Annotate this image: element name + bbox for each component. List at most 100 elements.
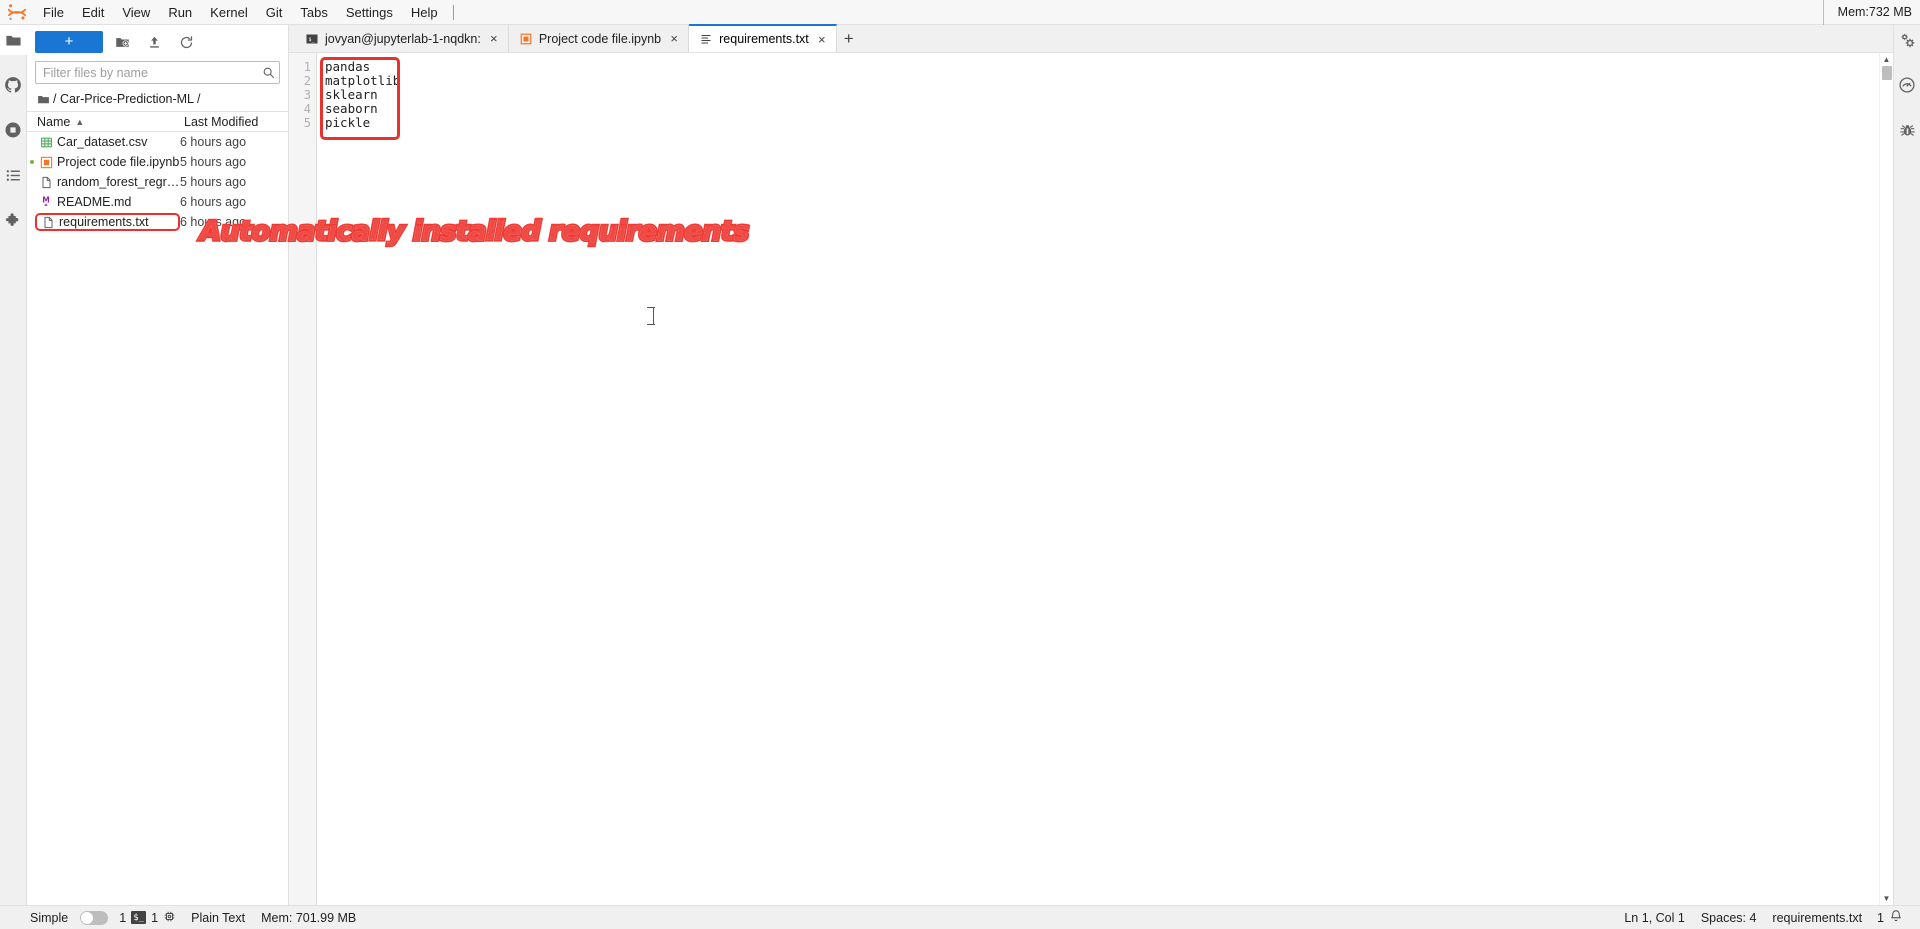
- menu-kernel[interactable]: Kernel: [201, 0, 257, 25]
- menu-tabs[interactable]: Tabs: [291, 0, 336, 25]
- upload-files-button[interactable]: [141, 31, 167, 53]
- breadcrumb-path: / Car-Price-Prediction-ML /: [53, 92, 201, 106]
- simple-mode-toggle[interactable]: [80, 910, 109, 925]
- terminal-icon: $_: [305, 32, 319, 46]
- file-name-wrapper: random_forest_regressi...: [37, 175, 180, 189]
- close-icon[interactable]: ×: [667, 32, 681, 45]
- notebook-icon: [37, 156, 55, 169]
- file-modified: 6 hours ago: [180, 195, 247, 209]
- breadcrumb[interactable]: / Car-Price-Prediction-ML /: [27, 89, 288, 111]
- file-filter-box[interactable]: [35, 61, 280, 84]
- file-list-item-car-dataset[interactable]: Car_dataset.csv 6 hours ago: [27, 132, 288, 152]
- menu-git[interactable]: Git: [257, 0, 292, 25]
- menu-edit[interactable]: Edit: [73, 0, 113, 25]
- refresh-file-list-button[interactable]: [173, 31, 199, 53]
- sidebar-item-github[interactable]: [0, 70, 27, 100]
- cpu-chip-icon: [163, 910, 176, 926]
- jupyterlab-app: File Edit View Run Kernel Git Tabs Setti…: [0, 0, 1920, 929]
- svg-text:$_: $_: [309, 37, 316, 43]
- right-activity-bar: [1893, 25, 1920, 905]
- code-line: pickle: [325, 115, 371, 130]
- scrollbar-thumb[interactable]: [1882, 66, 1892, 80]
- tab-bar: $_ jovyan@jupyterlab-1-nqdkn: × Project …: [289, 24, 1893, 53]
- file-name-wrapper-highlighted: requirements.txt: [35, 213, 180, 231]
- indentation-status[interactable]: Spaces: 4: [1693, 906, 1765, 929]
- tab-requirements-txt[interactable]: requirements.txt ×: [689, 24, 837, 52]
- main-area: + Filter files by name / Car-Price-Predi…: [0, 24, 1920, 905]
- line-number: 1: [303, 60, 311, 74]
- file-modified: 5 hours ago: [180, 175, 247, 189]
- kernel-count: 1: [119, 910, 127, 925]
- editor-code-area[interactable]: pandas matplotlib sklearn seaborn pickle: [317, 53, 1879, 905]
- scroll-down-arrow-icon[interactable]: ▼: [1880, 892, 1893, 905]
- jupyter-logo-icon: [0, 0, 34, 25]
- terminal-icon: $_: [131, 911, 147, 924]
- search-icon: [257, 66, 279, 79]
- simple-mode-label: Simple: [30, 910, 69, 925]
- memory-usage-status: Mem: 701.99 MB: [261, 910, 357, 925]
- filter-files-input[interactable]: [36, 65, 257, 80]
- close-icon[interactable]: ×: [815, 33, 829, 46]
- tab-terminal[interactable]: $_ jovyan@jupyterlab-1-nqdkn: ×: [295, 25, 509, 52]
- file-list-item-random-forest-model[interactable]: random_forest_regressi... 5 hours ago: [27, 172, 288, 192]
- new-tab-button[interactable]: +: [837, 25, 861, 52]
- notebook-icon: [519, 32, 533, 46]
- running-indicator: [27, 160, 37, 164]
- file-name: Project code file.ipynb: [57, 155, 180, 169]
- code-line: seaborn: [325, 101, 378, 116]
- text-editor[interactable]: 1 2 3 4 5 pandas matplotlib sklearn seab…: [289, 53, 1879, 905]
- status-bar-right: Ln 1, Col 1 Spaces: 4 requirements.txt 1: [1616, 906, 1920, 929]
- left-activity-bar: [0, 25, 27, 905]
- file-list-item-requirements[interactable]: requirements.txt 6 hours ago: [27, 212, 288, 232]
- notification-status[interactable]: 1: [1870, 906, 1910, 929]
- sidebar-item-dashboard[interactable]: [1894, 70, 1920, 100]
- sidebar-item-property-inspector[interactable]: [1894, 25, 1920, 55]
- terminal-count: 1: [151, 910, 159, 925]
- file-name: Car_dataset.csv: [57, 135, 148, 149]
- line-number: 5: [303, 116, 311, 130]
- file-filter-container: [27, 55, 288, 89]
- column-header-name[interactable]: Name ▲: [27, 115, 180, 129]
- column-header-last-modified[interactable]: Last Modified: [180, 115, 288, 129]
- sidebar-item-file-browser[interactable]: [0, 25, 27, 55]
- code-line: sklearn: [325, 87, 378, 102]
- file-name-wrapper: M README.md: [37, 195, 180, 209]
- bell-icon[interactable]: [1889, 909, 1903, 926]
- scroll-up-arrow-icon[interactable]: ▲: [1880, 53, 1893, 66]
- new-launcher-button[interactable]: +: [35, 31, 103, 53]
- new-folder-button[interactable]: [109, 31, 135, 53]
- file-modified: 5 hours ago: [180, 155, 247, 169]
- file-list-item-project-code-file[interactable]: Project code file.ipynb 5 hours ago: [27, 152, 288, 172]
- close-icon[interactable]: ×: [487, 32, 501, 45]
- menu-view[interactable]: View: [113, 0, 159, 25]
- cursor-position-status[interactable]: Ln 1, Col 1: [1616, 906, 1692, 929]
- scrollbar-track[interactable]: [1880, 66, 1893, 892]
- status-bar-left: Simple 1 $_ 1 Plain Text Mem: 701.99 MB: [0, 906, 364, 929]
- memory-indicator-top: Mem:732 MB: [1822, 0, 1912, 25]
- menu-settings[interactable]: Settings: [337, 0, 402, 25]
- code-line: matplotlib: [325, 73, 401, 88]
- file-name-wrapper: Project code file.ipynb: [37, 155, 180, 169]
- menu-file[interactable]: File: [34, 0, 73, 25]
- file-name: README.md: [57, 195, 132, 209]
- file-type-status[interactable]: Plain Text: [183, 906, 253, 929]
- file-list-header: Name ▲ Last Modified: [27, 111, 288, 132]
- menu-run[interactable]: Run: [159, 0, 201, 25]
- tab-project-code-file[interactable]: Project code file.ipynb ×: [508, 25, 690, 52]
- sidebar-item-debugger[interactable]: [1894, 115, 1920, 145]
- active-file-name-status: requirements.txt: [1772, 910, 1863, 925]
- file-list-item-readme[interactable]: M README.md 6 hours ago: [27, 192, 288, 212]
- tab-label: jovyan@jupyterlab-1-nqdkn:: [325, 31, 481, 46]
- svg-text:M: M: [42, 196, 50, 205]
- sidebar-item-extension-manager[interactable]: [0, 205, 27, 235]
- sidebar-item-running-kernels[interactable]: [0, 115, 27, 145]
- editor-vertical-scrollbar[interactable]: ▲ ▼: [1879, 53, 1893, 905]
- line-number: 2: [303, 74, 311, 88]
- kernel-terminal-status[interactable]: 1 $_ 1: [112, 906, 183, 929]
- sidebar-item-table-of-contents[interactable]: [0, 160, 27, 190]
- menu-divider: [452, 4, 454, 20]
- line-number: 3: [303, 88, 311, 102]
- file-name-wrapper: Car_dataset.csv: [37, 135, 180, 149]
- menu-help[interactable]: Help: [402, 0, 447, 25]
- file-name: requirements.txt: [59, 215, 149, 229]
